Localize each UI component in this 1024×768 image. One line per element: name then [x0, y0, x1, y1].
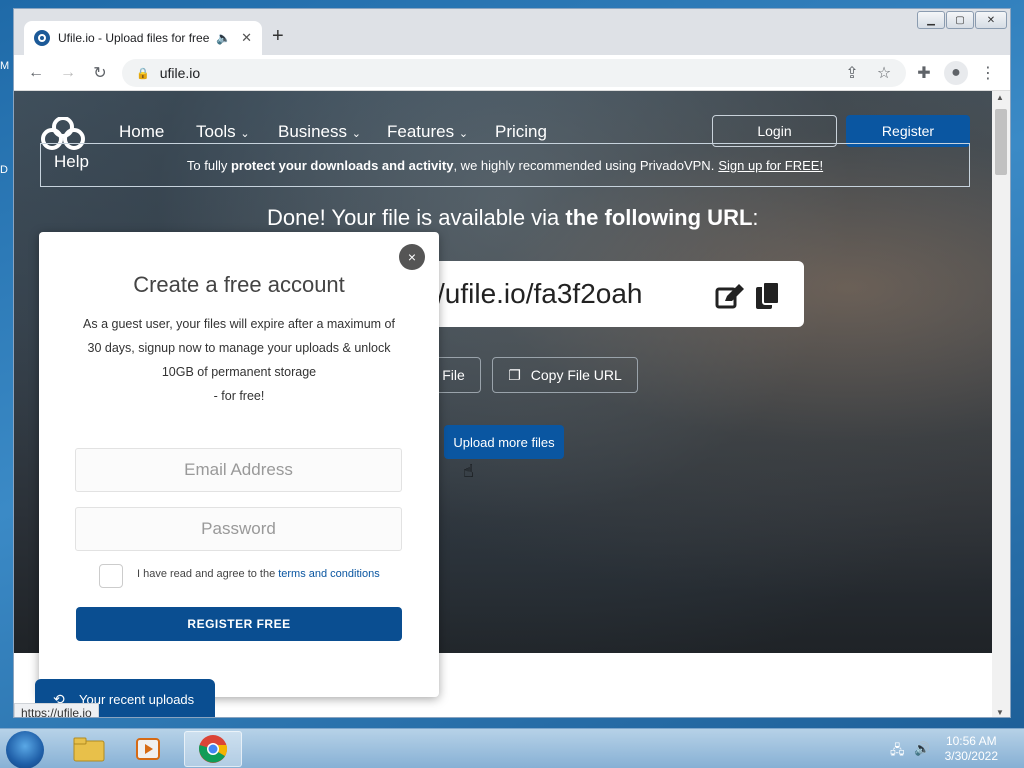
modal-close-button[interactable]: × — [399, 244, 425, 270]
clock-time: 10:56 AM — [945, 734, 997, 748]
maximize-button[interactable]: ▢ — [946, 11, 974, 29]
notice-signup-link[interactable]: Sign up for FREE! — [718, 158, 823, 173]
agree-label: I have read and agree to the terms and co… — [137, 568, 380, 580]
desktop-icon-label[interactable]: D — [0, 164, 8, 176]
taskbar: 🖧 🔊 10:56 AM 3/30/2022 — [0, 728, 1024, 768]
network-icon[interactable]: 🖧 — [890, 741, 905, 763]
done-end: : — [752, 205, 759, 230]
modal-desc-line: 30 days, signup now to manage your uploa… — [87, 341, 391, 355]
bookmark-star-icon[interactable]: ☆ — [872, 61, 896, 85]
back-arrow-icon[interactable]: ← — [24, 61, 48, 85]
extensions-puzzle-icon[interactable]: ✚ — [912, 61, 936, 85]
notice-middle: , we highly recommended using PrivadoVPN… — [453, 157, 715, 173]
share-icon[interactable]: ⇪ — [840, 61, 864, 85]
nav-tools[interactable]: Tools ⌄ — [196, 122, 250, 142]
signup-modal: × Create a free account As a guest user,… — [39, 232, 439, 697]
modal-description: As a guest user, your files will expire … — [69, 312, 409, 408]
clock-date: 3/30/2022 — [944, 749, 998, 763]
edit-icon[interactable] — [715, 283, 745, 309]
page-scrollbar[interactable]: ▲ ▼ — [992, 91, 1010, 717]
notice-prefix: To fully — [186, 157, 231, 173]
new-tab-button[interactable]: + — [272, 25, 284, 48]
agree-text: I have read and agree to the — [137, 568, 276, 580]
scroll-up-icon[interactable]: ▲ — [996, 93, 1004, 102]
copy-file-url-label: Copy File URL — [530, 367, 622, 383]
browser-toolbar: ← → ↻ 🔒 ufile.io ⇪ ☆ ✚ ● ⋮ — [14, 55, 1010, 91]
lock-icon[interactable]: 🔒 — [136, 67, 150, 80]
desktop-icon-label[interactable]: M — [0, 60, 9, 72]
taskbar-media-player[interactable] — [120, 731, 178, 767]
file-url-text[interactable]: /ufile.io/fa3f2oah — [437, 278, 643, 310]
nav-business-label: Business — [278, 122, 347, 141]
browser-window: Ufile.io - Upload files for free 🔈 ✕ + ▁… — [13, 8, 1011, 718]
tab-close-icon[interactable]: ✕ — [241, 30, 252, 46]
speaker-icon[interactable]: 🔈 — [216, 31, 231, 45]
nav-pricing[interactable]: Pricing — [495, 122, 547, 142]
taskbar-explorer[interactable] — [60, 731, 118, 767]
close-window-button[interactable]: ✕ — [975, 11, 1007, 29]
nav-features-label: Features — [387, 122, 455, 141]
upload-more-files-button[interactable]: Upload more files — [444, 425, 564, 459]
forward-arrow-icon[interactable]: → — [56, 61, 80, 85]
modal-title: Create a free account — [133, 272, 345, 297]
nav-home[interactable]: Home — [119, 122, 164, 142]
reload-icon[interactable]: ↻ — [88, 61, 112, 85]
email-field[interactable] — [75, 448, 402, 492]
scrollbar-thumb[interactable] — [995, 109, 1007, 175]
nav-features[interactable]: Features ⌄ — [387, 122, 468, 142]
profile-icon[interactable]: ● — [944, 61, 968, 85]
status-url: https://ufile.io — [14, 703, 99, 717]
browser-tab[interactable]: Ufile.io - Upload files for free 🔈 ✕ — [24, 21, 262, 55]
register-free-button[interactable]: REGISTER FREE — [76, 607, 402, 641]
modal-desc-line: As a guest user, your files will expire … — [83, 317, 395, 331]
nav-business[interactable]: Business ⌄ — [278, 122, 361, 142]
minimize-button[interactable]: ▁ — [917, 11, 945, 29]
copy-small-icon: ❐ — [508, 366, 521, 383]
chevron-down-icon: ⌄ — [240, 128, 250, 140]
copy-file-url-button[interactable]: ❐ Copy File URL — [492, 357, 638, 393]
menu-dots-icon[interactable]: ⋮ — [976, 61, 1000, 85]
vpn-notice-banner: To fully protect your downloads and acti… — [40, 143, 970, 187]
done-bold: the following URL — [565, 205, 753, 230]
media-player-icon — [136, 738, 160, 760]
ufile-favicon-icon — [34, 30, 50, 46]
chrome-icon — [199, 735, 228, 763]
web-page: Help Home Tools ⌄ Business ⌄ Features ⌄ … — [14, 91, 994, 717]
volume-icon[interactable]: 🔊 — [914, 741, 930, 757]
hand-cursor-icon: ☝ — [463, 461, 474, 481]
done-plain: Done! Your file is available via — [267, 205, 566, 230]
password-field[interactable] — [75, 507, 402, 551]
file-url-box: /ufile.io/fa3f2oah — [409, 261, 804, 327]
start-button[interactable] — [6, 731, 44, 768]
nav-tools-label: Tools — [196, 122, 236, 141]
terms-link[interactable]: terms and conditions — [278, 568, 380, 580]
modal-desc-line: - for free! — [213, 389, 265, 403]
chevron-down-icon: ⌄ — [458, 128, 469, 140]
folder-icon — [73, 737, 105, 762]
taskbar-chrome[interactable] — [184, 731, 242, 767]
tab-strip: Ufile.io - Upload files for free 🔈 ✕ + ▁… — [14, 9, 1010, 55]
notice-bold: protect your downloads and activity — [230, 157, 454, 173]
address-bar[interactable]: 🔒 ufile.io — [122, 59, 906, 87]
modal-desc-line: 10GB of permanent storage — [161, 365, 317, 379]
address-url[interactable]: ufile.io — [160, 65, 200, 81]
taskbar-clock[interactable]: 10:56 AM 3/30/2022 — [945, 734, 998, 764]
scroll-down-icon[interactable]: ▼ — [996, 708, 1004, 717]
tab-title: Ufile.io - Upload files for free — [58, 31, 210, 45]
chevron-down-icon: ⌄ — [351, 128, 361, 140]
terms-checkbox[interactable] — [99, 564, 123, 588]
done-heading: Done! Your file is available via the fol… — [267, 205, 759, 231]
copy-icon[interactable] — [755, 281, 781, 311]
